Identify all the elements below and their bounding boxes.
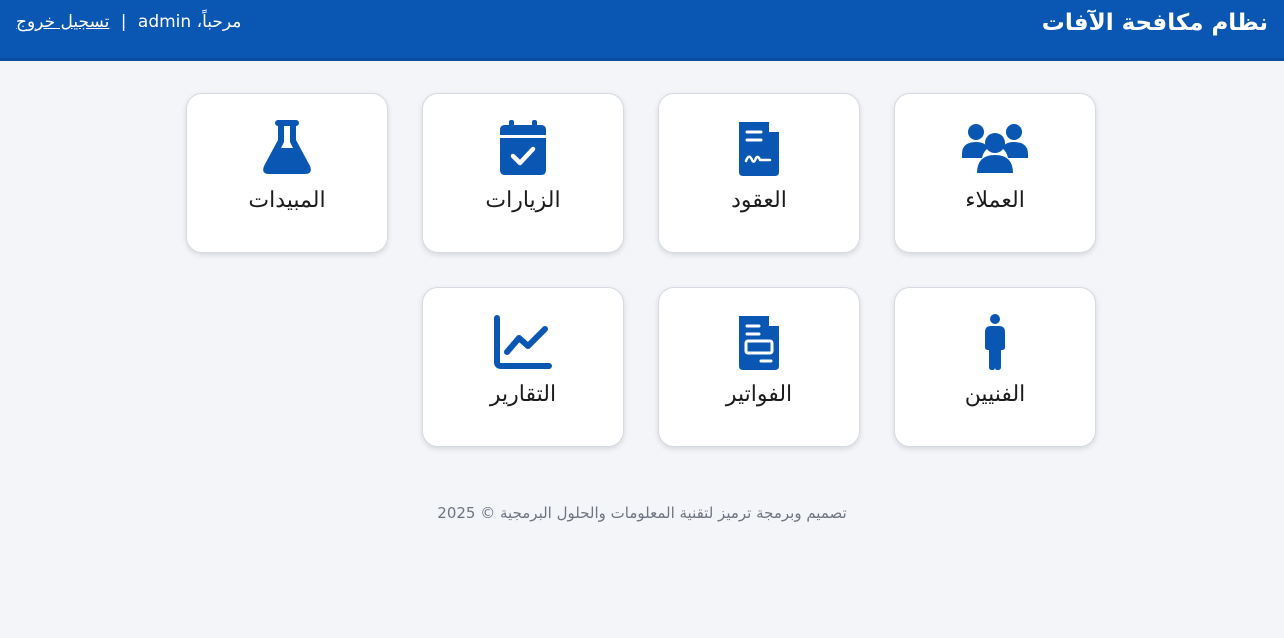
welcome-text: مرحباً، admin — [137, 12, 242, 32]
person-icon — [961, 314, 1029, 370]
card-label: العملاء — [965, 188, 1025, 213]
card-label: الفنيين — [964, 382, 1026, 407]
card-visits[interactable]: الزيارات — [422, 93, 624, 253]
app-title: نظام مكافحة الآفات — [1041, 10, 1268, 36]
card-reports[interactable]: التقارير — [422, 287, 624, 447]
logout-link[interactable]: تسجيل خروج — [16, 12, 109, 32]
user-box: مرحباً، admin | تسجيل خروج — [16, 10, 241, 34]
card-technicians[interactable]: الفنيين — [894, 287, 1096, 447]
card-pesticides[interactable]: المبيدات — [186, 93, 388, 253]
separator: | — [120, 12, 127, 32]
card-label: التقارير — [489, 382, 557, 407]
flask-icon — [253, 120, 321, 176]
card-label: العقود — [731, 188, 787, 213]
card-label: المبيدات — [248, 188, 326, 213]
card-label: الزيارات — [485, 188, 561, 213]
card-customers[interactable]: العملاء — [894, 93, 1096, 253]
users-icon — [961, 120, 1029, 176]
card-contracts[interactable]: العقود — [658, 93, 860, 253]
card-invoices[interactable]: الفواتير — [658, 287, 860, 447]
footer-credit: تصميم وبرمجة ترميز لتقنية المعلومات والح… — [437, 504, 847, 522]
invoice-icon — [725, 314, 793, 370]
contract-file-icon — [725, 120, 793, 176]
card-label: الفواتير — [725, 382, 793, 407]
top-navbar: نظام مكافحة الآفات مرحباً، admin | تسجيل… — [0, 0, 1284, 61]
calendar-check-icon — [489, 120, 557, 176]
chart-line-icon — [489, 314, 557, 370]
